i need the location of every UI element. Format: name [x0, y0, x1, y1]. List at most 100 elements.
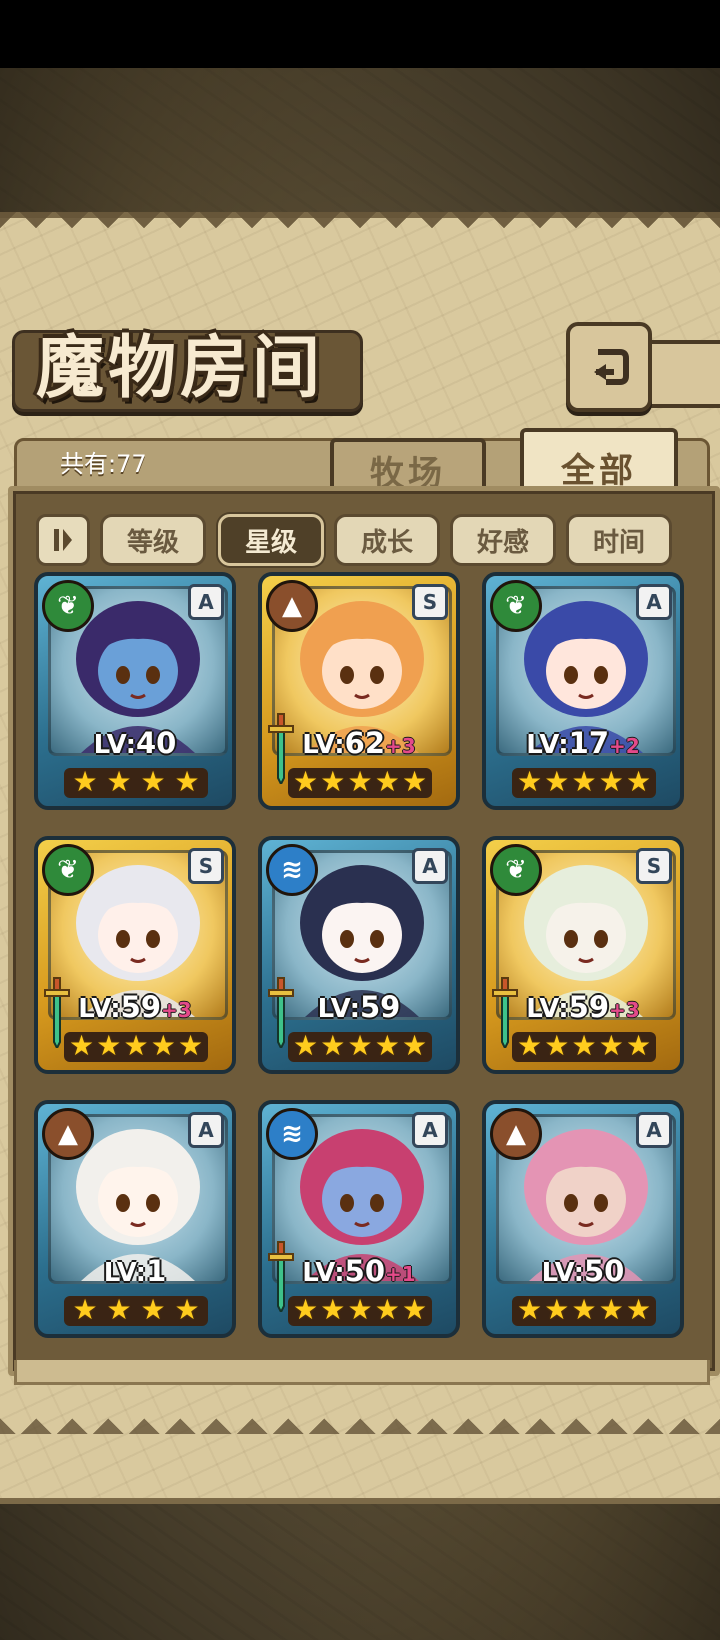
- rank-badge: A: [636, 1112, 672, 1148]
- back-button[interactable]: [566, 322, 652, 412]
- sort-star-button[interactable]: 星级: [218, 514, 324, 566]
- monster-card[interactable]: ❦ A LV:40 ★ ★ ★ ★: [34, 572, 236, 810]
- monster-level: LV:59+3: [486, 990, 680, 1024]
- level-bonus: +3: [385, 734, 416, 758]
- rank-badge: S: [636, 848, 672, 884]
- monster-level: LV:17+2: [486, 726, 680, 760]
- star-icon: ★: [625, 1029, 652, 1062]
- level-prefix: LV:: [103, 1258, 147, 1288]
- star-icon: ★: [320, 1029, 346, 1062]
- star-icon: ★: [123, 1029, 149, 1062]
- monster-level: LV:50: [486, 1254, 680, 1288]
- level-prefix: LV:: [541, 1258, 584, 1288]
- level-value: 59: [568, 990, 609, 1024]
- star-icon: ★: [320, 765, 346, 798]
- star-icon: ★: [544, 1293, 570, 1326]
- star-icon: ★: [150, 1029, 176, 1062]
- star-icon: ★: [72, 1293, 98, 1326]
- star-icon: ★: [174, 765, 200, 798]
- monster-level: LV:59+3: [38, 990, 232, 1024]
- monster-card[interactable]: ▲ A LV:1 ★ ★ ★ ★: [34, 1100, 236, 1338]
- star-icon: ★: [347, 1029, 373, 1062]
- sort-affection-button[interactable]: 好感: [450, 514, 556, 566]
- sort-time-button[interactable]: 时间: [566, 514, 672, 566]
- star-icon: ★: [374, 1293, 400, 1326]
- monster-level: LV:50+1: [262, 1254, 456, 1288]
- monster-count: 共有:77: [60, 450, 147, 478]
- star-icon: ★: [106, 765, 132, 798]
- star-icon: ★: [292, 765, 319, 798]
- star-icon: ★: [625, 1293, 652, 1326]
- level-value: 50: [583, 1254, 625, 1288]
- rank-badge: A: [188, 584, 224, 620]
- monster-card[interactable]: ▲ S LV:62+3 ★ ★ ★ ★ ★: [258, 572, 460, 810]
- monster-level: LV:1: [38, 1254, 232, 1288]
- monster-card[interactable]: ≋ A LV:59 ★ ★ ★ ★ ★: [258, 836, 460, 1074]
- star-icon: ★: [544, 1029, 570, 1062]
- rank-badge: A: [188, 1112, 224, 1148]
- leaf-element-icon: ❦: [42, 844, 94, 896]
- star-rating: ★ ★ ★ ★ ★: [512, 1296, 656, 1326]
- star-icon: ★: [106, 1293, 132, 1326]
- monster-card[interactable]: ≋ A LV:50+1 ★ ★ ★ ★ ★: [258, 1100, 460, 1338]
- rank-badge: A: [636, 584, 672, 620]
- sort-order-toggle[interactable]: [36, 514, 90, 566]
- level-bonus: +1: [385, 1262, 416, 1286]
- star-icon: ★: [598, 765, 624, 798]
- sort-level-button[interactable]: 等级: [100, 514, 206, 566]
- level-value: 62: [344, 726, 385, 760]
- level-value: 1: [146, 1254, 167, 1288]
- level-prefix: LV:: [317, 994, 360, 1024]
- sort-growth-button[interactable]: 成长: [334, 514, 440, 566]
- star-icon: ★: [292, 1293, 319, 1326]
- level-prefix: LV:: [93, 730, 136, 760]
- star-rating: ★ ★ ★ ★ ★: [64, 1032, 208, 1062]
- star-icon: ★: [571, 1293, 597, 1326]
- level-value: 40: [135, 726, 177, 760]
- star-icon: ★: [320, 1293, 346, 1326]
- rank-badge: A: [412, 1112, 448, 1148]
- level-prefix: LV:: [526, 730, 569, 760]
- star-icon: ★: [544, 765, 570, 798]
- rank-badge: A: [412, 848, 448, 884]
- star-icon: ★: [374, 1029, 400, 1062]
- panel-border-bottom: [0, 1408, 720, 1434]
- star-icon: ★: [401, 1293, 428, 1326]
- star-icon: ★: [598, 1293, 624, 1326]
- star-icon: ★: [401, 765, 428, 798]
- rank-badge: S: [188, 848, 224, 884]
- star-rating: ★ ★ ★ ★ ★: [288, 768, 432, 798]
- back-arrow-icon: [594, 349, 629, 385]
- level-prefix: LV:: [302, 730, 345, 760]
- sort-order-icon: [54, 529, 72, 551]
- star-icon: ★: [516, 765, 543, 798]
- water-element-icon: ≋: [266, 844, 318, 896]
- frame-bottom-ledge: [14, 1360, 710, 1385]
- star-icon: ★: [516, 1029, 543, 1062]
- star-rating: ★ ★ ★ ★ ★: [288, 1296, 432, 1326]
- star-icon: ★: [140, 765, 166, 798]
- monster-level: LV:62+3: [262, 726, 456, 760]
- star-icon: ★: [96, 1029, 122, 1062]
- star-icon: ★: [598, 1029, 624, 1062]
- star-icon: ★: [516, 1293, 543, 1326]
- level-value: 59: [120, 990, 161, 1024]
- monster-card[interactable]: ❦ S LV:59+3 ★ ★ ★ ★ ★: [34, 836, 236, 1074]
- star-rating: ★ ★ ★ ★ ★: [512, 1032, 656, 1062]
- monster-card[interactable]: ❦ A LV:17+2 ★ ★ ★ ★ ★: [482, 572, 684, 810]
- star-rating: ★ ★ ★ ★: [64, 768, 208, 798]
- back-button-tail: [640, 340, 720, 408]
- star-icon: ★: [292, 1029, 319, 1062]
- star-icon: ★: [625, 765, 652, 798]
- monster-level: LV:59: [262, 990, 456, 1024]
- star-icon: ★: [347, 1293, 373, 1326]
- water-element-icon: ≋: [266, 1108, 318, 1160]
- monster-card[interactable]: ❦ S LV:59+3 ★ ★ ★ ★ ★: [482, 836, 684, 1074]
- level-bonus: +3: [609, 998, 640, 1022]
- level-value: 50: [344, 1254, 385, 1288]
- star-icon: ★: [374, 765, 400, 798]
- star-icon: ★: [68, 1029, 95, 1062]
- level-value: 17: [568, 726, 609, 760]
- monster-card[interactable]: ▲ A LV:50 ★ ★ ★ ★ ★: [482, 1100, 684, 1338]
- monster-level: LV:40: [38, 726, 232, 760]
